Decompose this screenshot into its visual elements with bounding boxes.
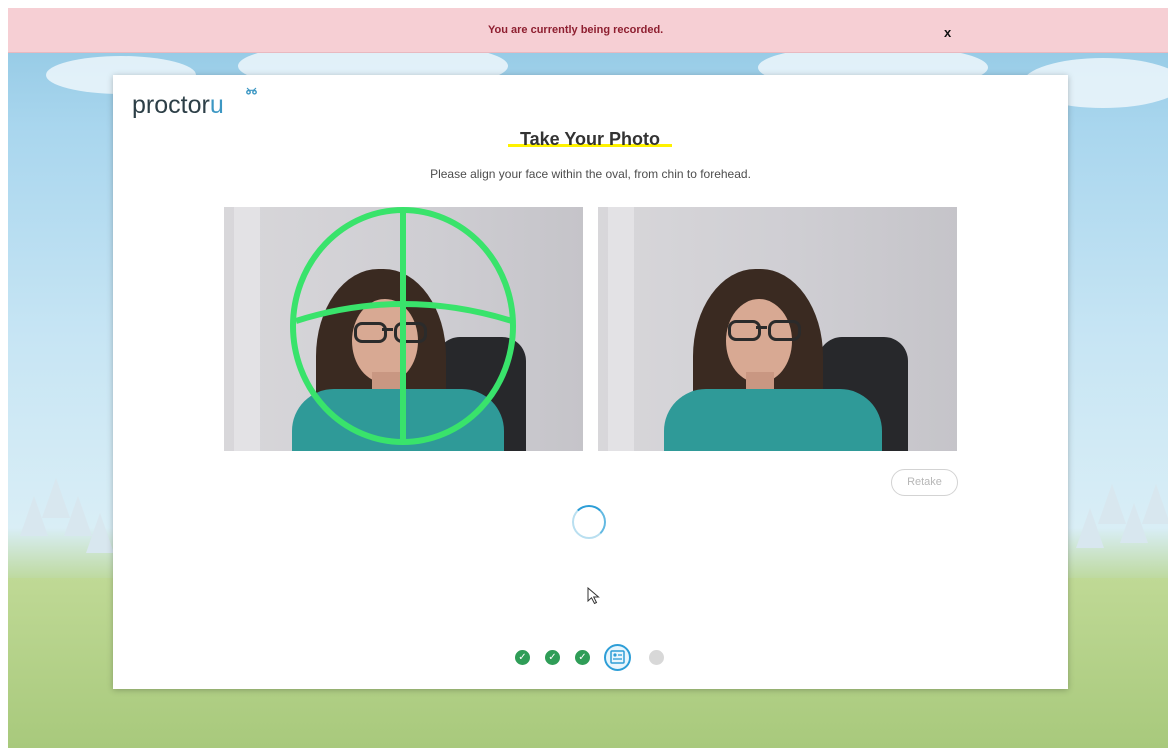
step-1-complete-icon: ✓ xyxy=(515,650,530,665)
loading-spinner xyxy=(572,505,606,539)
webcam-feed xyxy=(224,207,583,451)
step-2-complete-icon: ✓ xyxy=(545,650,560,665)
person-shirt xyxy=(664,389,882,451)
page-title: Take Your Photo xyxy=(507,129,673,150)
captured-photo xyxy=(598,207,957,451)
id-card-icon xyxy=(610,650,625,664)
background-panel xyxy=(608,207,634,451)
tree-decoration xyxy=(1142,484,1168,524)
retake-button[interactable]: Retake xyxy=(891,469,958,496)
person-face xyxy=(726,299,792,383)
logo-accent: u xyxy=(209,91,224,119)
page-title-wrap: Take Your Photo xyxy=(480,129,700,150)
logo-text: proctor xyxy=(132,91,210,119)
recording-message: You are currently being recorded. xyxy=(488,24,664,36)
banner-close-button[interactable]: x xyxy=(944,25,951,40)
owl-icon xyxy=(246,87,257,95)
glasses-lens-right xyxy=(768,320,801,341)
step-4-current-id-card-icon xyxy=(604,644,631,671)
glasses-bridge xyxy=(756,326,767,329)
glasses-lens-left xyxy=(728,320,761,341)
tree-decoration xyxy=(86,513,114,553)
face-alignment-overlay xyxy=(290,207,516,445)
page-instruction: Please align your face within the oval, … xyxy=(430,167,751,181)
proctoru-logo: proctoru xyxy=(132,91,224,119)
recording-banner: You are currently being recorded. x xyxy=(8,8,1168,53)
step-3-complete-icon: ✓ xyxy=(575,650,590,665)
screen: You are currently being recorded. x proc… xyxy=(0,0,1168,748)
mouse-cursor-icon xyxy=(587,587,600,605)
step-5-pending-icon xyxy=(649,650,664,665)
